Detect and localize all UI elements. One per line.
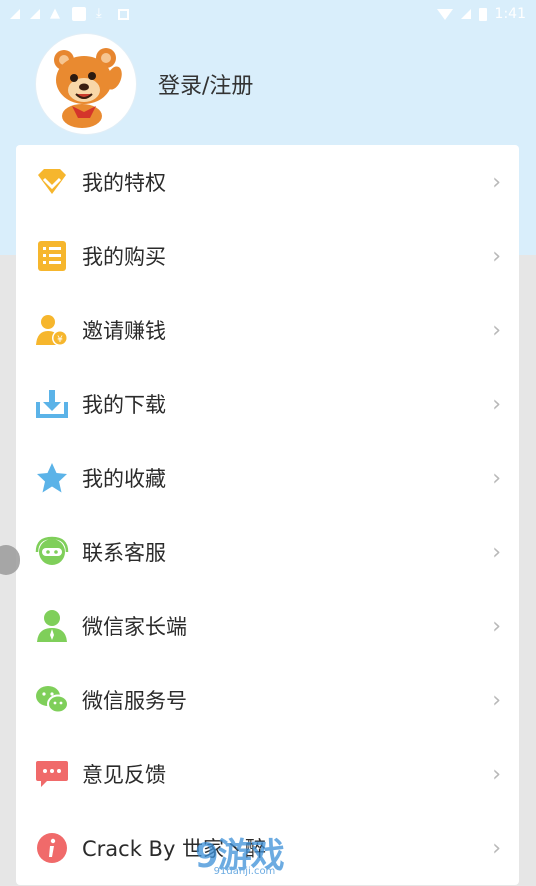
chevron-right-icon: ›: [492, 169, 501, 195]
menu-item-label: 邀请赚钱: [82, 319, 166, 343]
chevron-right-icon: ›: [492, 761, 501, 787]
menu-item-purchases[interactable]: 我的购买 ›: [16, 219, 519, 293]
chevron-right-icon: ›: [492, 391, 501, 417]
menu-item-label: 微信家长端: [82, 615, 187, 639]
menu-item-customer-service[interactable]: 联系客服 ›: [16, 515, 519, 589]
menu-item-favorites[interactable]: 我的收藏 ›: [16, 441, 519, 515]
chevron-right-icon: ›: [492, 835, 501, 861]
chevron-right-icon: ›: [492, 539, 501, 565]
menu-card: 我的特权 › 我的购买 › ¥ 邀请赚钱 › 我的下载 › 我的收藏 › 联系客…: [16, 145, 519, 885]
bear-mascot-icon[interactable]: [36, 34, 136, 134]
battery-icon: [478, 7, 487, 21]
menu-item-label: 我的收藏: [82, 467, 166, 491]
wechat-icon: [35, 683, 69, 717]
login-register-link[interactable]: 登录/注册: [158, 68, 253, 100]
chat-bubble-icon: [35, 757, 69, 791]
menu-item-label: 我的特权: [82, 171, 166, 195]
wifi-icon: [436, 8, 453, 20]
menu-item-label: 联系客服: [82, 541, 166, 565]
star-icon: [35, 461, 69, 495]
chevron-right-icon: ›: [492, 465, 501, 491]
menu-item-feedback[interactable]: 意见反馈 ›: [16, 737, 519, 811]
warning-icon: ▲: [50, 6, 60, 21]
cell-signal-icon: [460, 9, 471, 19]
menu-item-label: 微信服务号: [82, 689, 187, 713]
chevron-right-icon: ›: [492, 613, 501, 639]
download-status-icon: ⤓: [96, 6, 102, 21]
user-coin-icon: ¥: [35, 313, 69, 347]
info-icon: [35, 831, 69, 865]
menu-item-privileges[interactable]: 我的特权 ›: [16, 145, 519, 219]
chevron-right-icon: ›: [492, 687, 501, 713]
profile-section[interactable]: 登录/注册: [36, 34, 253, 134]
clock: 1:41: [494, 6, 526, 22]
status-bar: ▲ ⤓ 1:41: [0, 0, 536, 28]
menu-item-label: 意见反馈: [82, 763, 166, 787]
menu-item-label: 我的购买: [82, 245, 166, 269]
watermark: 9游戏 91danji.com: [195, 828, 285, 877]
app-status-icon: [118, 8, 129, 20]
watermark-url: 91danji.com: [213, 866, 276, 877]
headset-icon: [35, 535, 69, 569]
chevron-right-icon: ›: [492, 317, 501, 343]
menu-item-downloads[interactable]: 我的下载 ›: [16, 367, 519, 441]
notification-icon: [72, 7, 86, 21]
chevron-right-icon: ›: [492, 243, 501, 269]
signal-off-icon: [30, 9, 40, 19]
list-icon: [35, 239, 69, 273]
svg-text:¥: ¥: [57, 335, 63, 345]
menu-item-wechat-parent[interactable]: 微信家长端 ›: [16, 589, 519, 663]
signal-off-icon: [10, 9, 20, 19]
menu-item-invite-earn[interactable]: ¥ 邀请赚钱 ›: [16, 293, 519, 367]
menu-item-label: 我的下载: [82, 393, 166, 417]
download-icon: [35, 387, 69, 421]
diamond-icon: [35, 165, 69, 199]
person-icon: [35, 609, 69, 643]
menu-item-wechat-service[interactable]: 微信服务号 ›: [16, 663, 519, 737]
